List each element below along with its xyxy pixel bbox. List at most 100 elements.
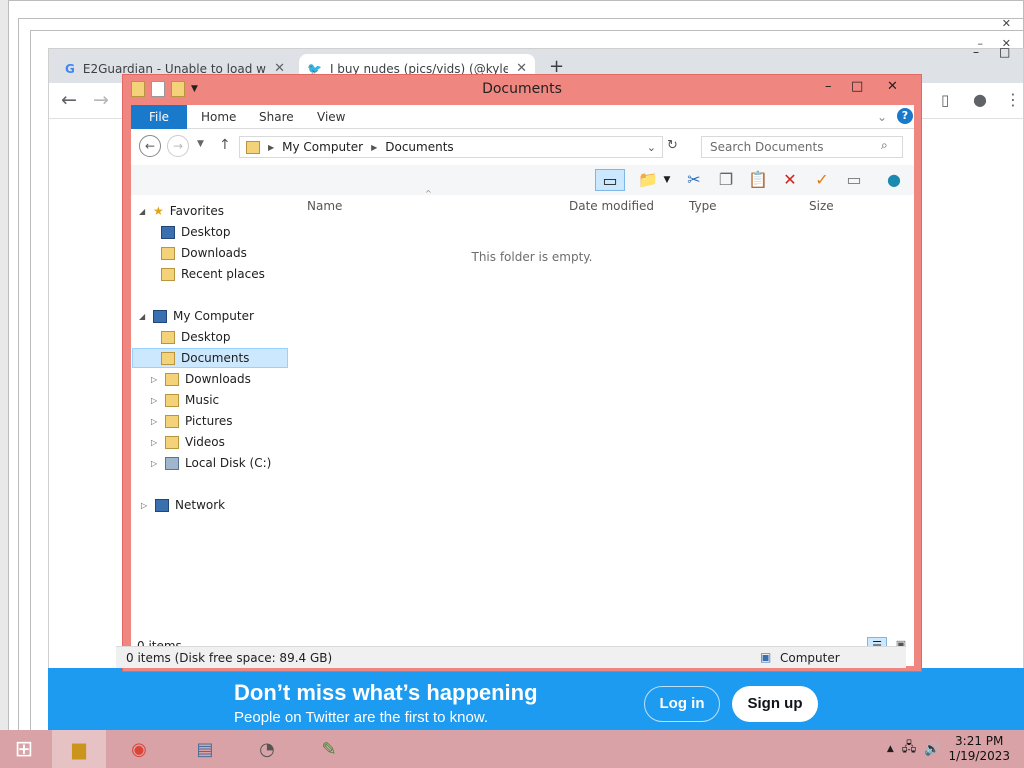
address-bar-row: ← → ▼ ↑ ▶ My Computer ▶ Documents ⌄ ↻ Se… [131,129,914,165]
title-bar: ▼ Documents – □ ✕ [123,75,921,103]
address-box[interactable]: ▶ My Computer ▶ Documents ⌄ [239,136,663,158]
back-icon[interactable]: ← [139,135,161,157]
minimize-button[interactable]: – [825,79,832,94]
nav-label: Music [185,393,220,407]
expand-arrow-icon[interactable]: ▷ [151,375,159,384]
profile-avatar-icon[interactable]: ● [973,90,987,109]
close-icon[interactable]: ✕ [1002,17,1011,30]
twitter-login-banner: Don’t miss what’s happening People on Tw… [48,668,1024,730]
expand-arrow-icon[interactable]: ▷ [151,417,159,426]
sidebar-icon[interactable]: ▯ [941,91,949,109]
column-name[interactable]: Name [307,199,342,213]
taskbar-chrome[interactable]: ◉ [112,730,166,768]
expand-ribbon-icon[interactable]: ⌄ [877,105,887,129]
expand-arrow-icon[interactable]: ▷ [151,396,159,405]
downloads-folder-icon [161,246,175,260]
search-input[interactable]: Search Documents [701,136,903,158]
nav-computer-desktop[interactable]: Desktop [161,327,231,347]
taskbar-task-manager[interactable]: ▤ [178,730,232,768]
help-icon[interactable]: ? [897,108,913,124]
tab-view[interactable]: View [317,105,345,129]
empty-folder-message: This folder is empty. [471,250,593,264]
network-globe-icon[interactable]: ● [883,169,905,191]
expand-arrow-icon[interactable]: ◢ [139,207,147,216]
nav-label: Recent places [181,267,265,281]
taskbar-clock-app[interactable]: ◔ [240,730,294,768]
banner-headline: Don’t miss what’s happening [234,680,538,705]
delete-icon[interactable]: ✕ [779,169,801,191]
log-in-button[interactable]: Log in [644,686,720,722]
column-type[interactable]: Type [689,199,717,213]
expand-arrow-icon[interactable]: ▷ [151,459,159,468]
nav-label: Favorites [169,204,224,218]
minimize-icon[interactable]: – [973,45,979,59]
window-title: Documents [482,81,562,97]
chevron-down-icon[interactable]: ▼ [661,169,673,191]
show-hidden-icons-icon[interactable]: ▲ [887,744,894,754]
clock-app-icon: ◔ [259,738,275,760]
tab-home[interactable]: Home [201,105,236,129]
computer-icon [153,309,167,323]
forward-icon[interactable]: → [167,135,189,157]
expand-arrow-icon[interactable]: ▷ [151,438,159,447]
nav-network[interactable]: ▷ Network [141,495,225,515]
folder-icon [246,140,260,154]
column-size[interactable]: Size [809,199,834,213]
sign-up-button[interactable]: Sign up [732,686,818,722]
nav-computer-music[interactable]: ▷ Music [151,390,219,410]
start-button[interactable]: ⊞ [0,730,48,768]
tab-share[interactable]: Share [259,105,294,129]
maximize-button[interactable]: □ [851,79,863,94]
nav-my-computer[interactable]: ◢ My Computer [139,306,254,326]
back-button[interactable]: ← [61,89,77,111]
notes-app-icon: ✎ [321,738,337,760]
refresh-icon[interactable]: ↻ [667,138,678,153]
chevron-down-icon[interactable]: ⌄ [647,141,656,154]
expand-arrow-icon[interactable]: ◢ [139,312,147,321]
videos-folder-icon [165,435,179,449]
expand-arrow-icon[interactable]: ▷ [141,501,149,510]
copy-icon[interactable]: ❐ [715,169,737,191]
pictures-folder-icon [165,414,179,428]
nav-label: Downloads [185,372,251,386]
close-button[interactable]: ✕ [887,79,898,94]
up-icon[interactable]: ↑ [219,137,231,153]
taskbar-file-explorer[interactable]: ▆ [52,730,106,768]
nav-label: Videos [185,435,225,449]
google-icon: G [65,61,75,76]
taskbar-notes-app[interactable]: ✎ [302,730,356,768]
nav-computer-downloads[interactable]: ▷ Downloads [151,369,251,389]
nav-computer-local-disk[interactable]: ▷ Local Disk (C:) [151,453,271,473]
maximize-icon[interactable]: □ [999,45,1010,59]
explorer-body: File Home Share View ⌄ ? ← → ▼ ↑ ▶ My Co… [131,105,914,666]
nav-label: Downloads [181,246,247,260]
nav-favorites-desktop[interactable]: Desktop [161,222,231,242]
rename-icon[interactable]: ✓ [811,169,833,191]
nav-favorites-recent[interactable]: Recent places [161,264,265,284]
clock[interactable]: 3:21 PM 1/19/2023 [948,734,1010,764]
chevron-right-icon: ▶ [371,142,378,152]
nav-computer-videos[interactable]: ▷ Videos [151,432,225,452]
paste-icon[interactable]: 📋 [747,169,769,191]
location-status: Computer [780,651,840,665]
recent-locations-icon[interactable]: ▼ [197,139,204,149]
desktop-icon [161,225,175,239]
menu-icon[interactable]: ⋮ [1005,90,1021,109]
preview-pane-icon[interactable]: ▭ [595,169,625,191]
nav-computer-documents[interactable]: Documents [132,348,288,368]
breadcrumb-my-computer[interactable]: My Computer [282,140,363,154]
nav-computer-pictures[interactable]: ▷ Pictures [151,411,233,431]
time: 3:21 PM [955,734,1004,748]
folder-icon [161,330,175,344]
nav-favorites[interactable]: ◢ ★ Favorites [139,201,224,221]
cut-icon[interactable]: ✂ [683,169,705,191]
select-folder-icon[interactable]: 📁 [637,169,659,191]
forward-button[interactable]: → [93,89,109,111]
properties-icon[interactable]: ▭ [843,169,865,191]
nav-favorites-downloads[interactable]: Downloads [161,243,247,263]
volume-icon[interactable]: 🔊 [924,742,940,757]
column-date-modified[interactable]: Date modified [569,199,654,213]
tab-file[interactable]: File [131,105,187,129]
network-status-icon[interactable]: 🖧 [902,738,917,760]
breadcrumb-documents[interactable]: Documents [385,140,453,154]
